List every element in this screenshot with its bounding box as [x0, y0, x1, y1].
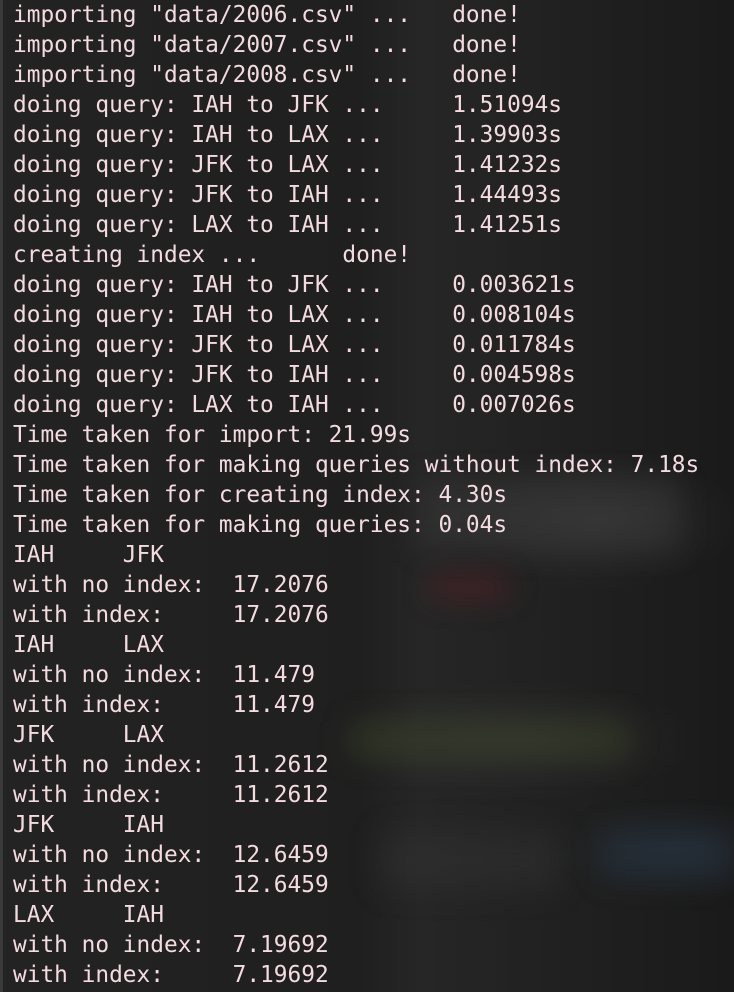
terminal-line: with no index: 11.479: [13, 662, 315, 688]
terminal-line: LAX IAH: [13, 902, 164, 928]
terminal-line: with index: 11.2612: [13, 782, 329, 808]
terminal-line: doing query: JFK to LAX ... 1.41232s: [13, 152, 562, 178]
terminal-line: doing query: LAX to IAH ... 0.007026s: [13, 392, 576, 418]
terminal-line: IAH LAX: [13, 632, 164, 658]
terminal-line: with no index: 12.6459: [13, 842, 329, 868]
terminal-window[interactable]: importing "data/2006.csv" ... done! impor…: [0, 0, 734, 992]
terminal-line: with no index: 17.2076: [13, 572, 329, 598]
terminal-line: Time taken for making queries without in…: [13, 452, 700, 478]
terminal-line: doing query: JFK to IAH ... 1.44493s: [13, 182, 562, 208]
terminal-line: importing "data/2008.csv" ... done!: [13, 62, 521, 88]
terminal-line: with index: 7.19692: [13, 962, 329, 988]
terminal-line: Time taken for import: 21.99s: [13, 422, 412, 448]
terminal-line: with no index: 11.2612: [13, 752, 329, 778]
terminal-line: Time taken for making queries: 0.04s: [13, 512, 508, 538]
terminal-output: importing "data/2006.csv" ... done! impor…: [13, 0, 699, 990]
terminal-line: doing query: IAH to LAX ... 1.39903s: [13, 122, 562, 148]
terminal-line: doing query: IAH to JFK ... 0.003621s: [13, 272, 576, 298]
terminal-line: importing "data/2007.csv" ... done!: [13, 32, 521, 58]
terminal-line: creating index ... done!: [13, 242, 412, 268]
terminal-line: IAH JFK: [13, 542, 164, 568]
terminal-line: doing query: IAH to LAX ... 0.008104s: [13, 302, 576, 328]
terminal-line: Time taken for creating index: 4.30s: [13, 482, 508, 508]
terminal-line: doing query: JFK to IAH ... 0.004598s: [13, 362, 576, 388]
terminal-line: importing "data/2006.csv" ... done!: [13, 2, 521, 28]
window-edge: [0, 0, 3, 992]
terminal-line: doing query: IAH to JFK ... 1.51094s: [13, 92, 562, 118]
terminal-line: with index: 12.6459: [13, 872, 329, 898]
terminal-line: with no index: 7.19692: [13, 932, 329, 958]
terminal-line: with index: 11.479: [13, 692, 315, 718]
terminal-line: doing query: LAX to IAH ... 1.41251s: [13, 212, 562, 238]
terminal-line: doing query: JFK to LAX ... 0.011784s: [13, 332, 576, 358]
terminal-line: JFK LAX: [13, 722, 164, 748]
terminal-line: JFK IAH: [13, 812, 164, 838]
terminal-line: with index: 17.2076: [13, 602, 329, 628]
